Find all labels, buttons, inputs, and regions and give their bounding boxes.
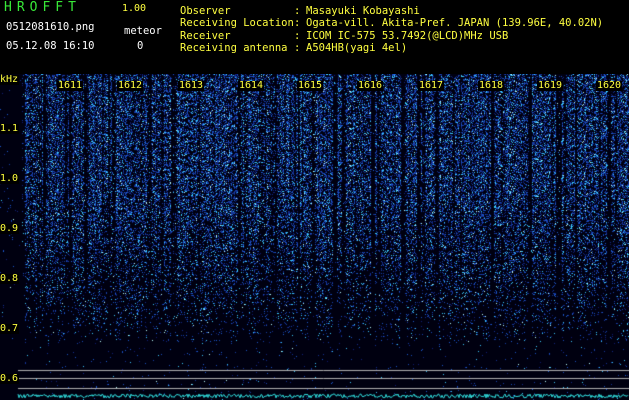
y-tick-label: 0.7: [0, 323, 20, 334]
file-name: 0512081610.png: [6, 21, 95, 33]
time-tick-label: 1619: [537, 80, 564, 91]
y-tick-label: 1.1: [0, 123, 20, 134]
recording-datetime: 05.12.08 16:10: [6, 40, 95, 52]
time-tick-label: 1617: [418, 80, 445, 91]
antenna-value: A504HB(yagi 4el): [306, 42, 408, 54]
y-tick-label: 0.6: [0, 373, 20, 384]
time-tick-label: 1612: [117, 80, 144, 91]
location-label: Receiving Location: [180, 17, 294, 29]
antenna-colon: :: [294, 42, 301, 54]
observer-colon: :: [294, 5, 301, 17]
meteor-label: meteor: [124, 25, 162, 37]
observer-value: Masayuki Kobayashi: [306, 5, 420, 17]
spectrogram-canvas: [0, 74, 629, 400]
time-tick-label: 1611: [57, 80, 84, 91]
location-value: Ogata-vill. Akita-Pref. JAPAN (139.96E, …: [306, 17, 604, 29]
time-tick-label: 1618: [478, 80, 505, 91]
y-tick-label: 0.9: [0, 223, 20, 234]
time-tick-label: 1615: [297, 80, 324, 91]
observer-label: Observer: [180, 5, 231, 17]
time-tick-label: 1620: [596, 80, 623, 91]
receiver-value: ICOM IC-575 53.7492(@LCD)MHz USB: [306, 30, 509, 42]
header-panel: HROFFT 1.00 0512081610.png meteor 0 05.1…: [0, 0, 629, 74]
meteor-count: 0: [137, 40, 144, 52]
app-title: HROFFT: [4, 0, 81, 15]
time-tick-label: 1613: [178, 80, 205, 91]
location-colon: :: [294, 17, 301, 29]
y-tick-label: 0.8: [0, 273, 20, 284]
receiver-colon: :: [294, 30, 301, 42]
app-version: 1.00: [122, 3, 147, 14]
time-tick-label: 1614: [238, 80, 265, 91]
antenna-label: Receiving antenna: [180, 42, 288, 54]
receiver-label: Receiver: [180, 30, 231, 42]
y-unit-label: kHz: [0, 74, 20, 85]
y-tick-label: 1.0: [0, 173, 20, 184]
time-tick-label: 1616: [357, 80, 384, 91]
